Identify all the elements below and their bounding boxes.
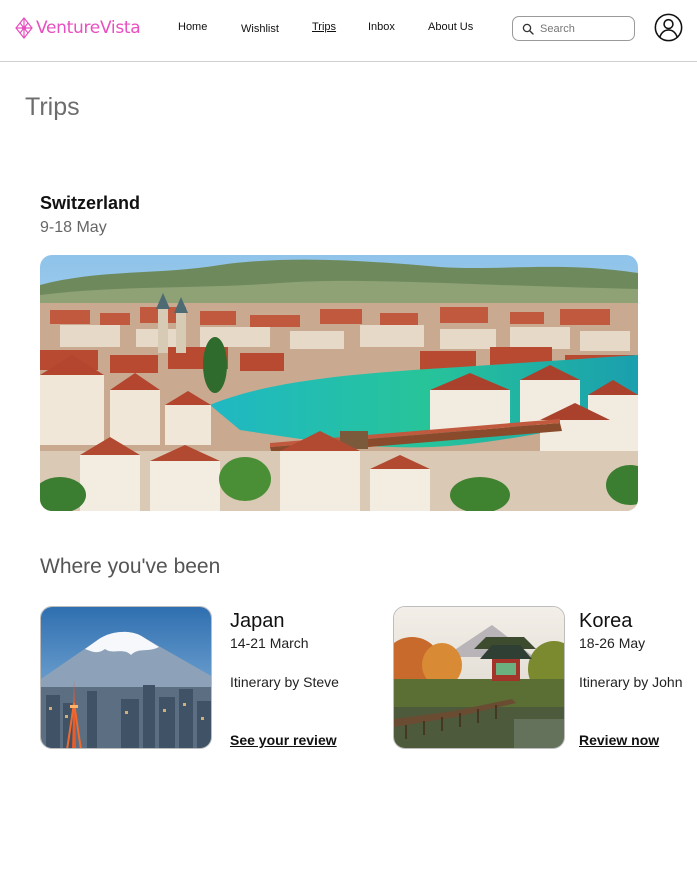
past-trips-heading: Where you've been: [40, 555, 221, 578]
brand-logo[interactable]: VentureVista: [14, 16, 141, 40]
korea-trip-itinerary: Itinerary by John: [579, 674, 683, 690]
japan-trip-dates: 14-21 March: [230, 635, 309, 651]
upcoming-trip-destination: Switzerland: [40, 193, 141, 213]
search-input[interactable]: [540, 22, 625, 35]
lucerne-city-illustration: [40, 255, 638, 511]
japan-see-review-link[interactable]: See your review: [230, 732, 337, 748]
nav-inbox[interactable]: Inbox: [368, 21, 395, 33]
japan-trip-itinerary: Itinerary by Steve: [230, 674, 339, 690]
nav-home[interactable]: Home: [178, 21, 207, 33]
japan-trip-image[interactable]: [40, 606, 212, 749]
nav-about-us[interactable]: About Us: [428, 21, 473, 33]
korea-review-now-link[interactable]: Review now: [579, 732, 659, 748]
korea-trip-image[interactable]: [393, 606, 565, 749]
nav-trips[interactable]: Trips: [312, 21, 336, 33]
logo-icon: [15, 17, 33, 39]
page-title: Trips: [25, 93, 80, 121]
user-avatar-icon[interactable]: [654, 13, 683, 42]
top-nav-bar: VentureVista Home Wishlist Trips Inbox A…: [0, 0, 697, 62]
korea-trip-dates: 18-26 May: [579, 635, 646, 651]
brand-name: VentureVista: [36, 18, 141, 38]
upcoming-trip-image[interactable]: [40, 255, 638, 511]
search-box[interactable]: [512, 16, 635, 41]
nav-wishlist[interactable]: Wishlist: [241, 23, 279, 35]
korean-pavilion-illustration: [394, 607, 564, 748]
japan-trip-destination: Japan: [230, 610, 285, 632]
upcoming-trip-dates: 9-18 May: [40, 219, 107, 236]
fuji-tokyo-illustration: [41, 607, 211, 748]
korea-trip-destination: Korea: [579, 610, 633, 632]
search-icon: [522, 23, 534, 35]
